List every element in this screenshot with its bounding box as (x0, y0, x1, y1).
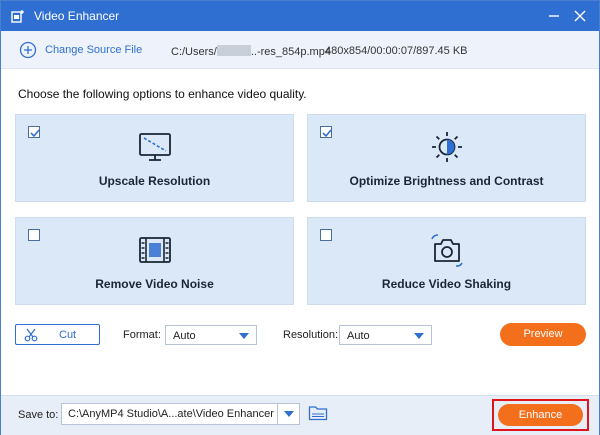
change-source-file-button[interactable]: Change Source File (19, 41, 142, 59)
window-title: Video Enhancer (34, 9, 120, 23)
chevron-down-icon (284, 411, 294, 417)
chevron-down-icon (414, 333, 424, 339)
monitor-upscale-icon (138, 133, 171, 161)
save-path-dropdown-button[interactable] (277, 404, 299, 424)
resolution-select[interactable]: Auto (339, 325, 432, 345)
option-upscale-resolution[interactable]: Upscale Resolution (15, 114, 294, 202)
upscale-resolution-label: Upscale Resolution (98, 174, 211, 188)
scissors-icon (24, 328, 38, 342)
source-file-info: 480x854/00:00:07/897.45 KB (325, 45, 468, 57)
resolution-label: Resolution: (283, 329, 339, 341)
option-remove-video-noise[interactable]: Remove Video Noise (15, 217, 294, 305)
option-optimize-brightness[interactable]: Optimize Brightness and Contrast (307, 114, 586, 202)
film-strip-icon (138, 237, 171, 263)
resolution-value: Auto (347, 330, 370, 342)
format-value: Auto (173, 330, 196, 342)
chevron-down-icon (239, 333, 249, 339)
source-file-bar: Change Source File C:/Users/..-res_854p.… (1, 31, 599, 69)
save-to-label: Save to: (18, 409, 59, 421)
source-file-path: C:/Users/..-res_854p.mp4 (171, 45, 331, 58)
enhance-button[interactable]: Enhance (498, 404, 583, 426)
app-icon (11, 10, 24, 23)
redacted-block (216, 45, 251, 56)
remove-noise-label: Remove Video Noise (95, 277, 214, 291)
brightness-icon (431, 132, 462, 162)
save-path-select[interactable]: C:\AnyMP4 Studio\A...ate\Video Enhancer (61, 403, 300, 425)
option-reduce-video-shaking[interactable]: Reduce Video Shaking (307, 217, 586, 305)
title-bar: Video Enhancer (1, 1, 599, 31)
change-source-file-label: Change Source File (45, 44, 143, 56)
upscale-resolution-checkbox[interactable] (28, 126, 40, 138)
format-select[interactable]: Auto (165, 325, 257, 345)
close-icon[interactable] (571, 7, 589, 25)
cut-label: Cut (59, 329, 77, 341)
format-label: Format: (123, 329, 161, 341)
optimize-brightness-checkbox[interactable] (320, 126, 332, 138)
remove-noise-checkbox[interactable] (28, 229, 40, 241)
reduce-shaking-label: Reduce Video Shaking (381, 277, 512, 291)
folder-icon[interactable] (308, 405, 328, 421)
preview-button[interactable]: Preview (500, 323, 586, 346)
add-circle-icon (19, 41, 37, 59)
reduce-shaking-checkbox[interactable] (320, 229, 332, 241)
minimize-icon[interactable] (545, 7, 563, 25)
optimize-brightness-label: Optimize Brightness and Contrast (349, 174, 544, 188)
save-path-value: C:\AnyMP4 Studio\A...ate\Video Enhancer (68, 408, 274, 420)
video-enhancer-window: Video Enhancer Change Source File C:/Use… (0, 0, 600, 435)
enhance-highlight-frame: Enhance (492, 399, 589, 431)
cut-button[interactable]: Cut (15, 324, 100, 345)
camera-stabilize-icon (430, 234, 463, 267)
instructions-text: Choose the following options to enhance … (18, 87, 307, 101)
